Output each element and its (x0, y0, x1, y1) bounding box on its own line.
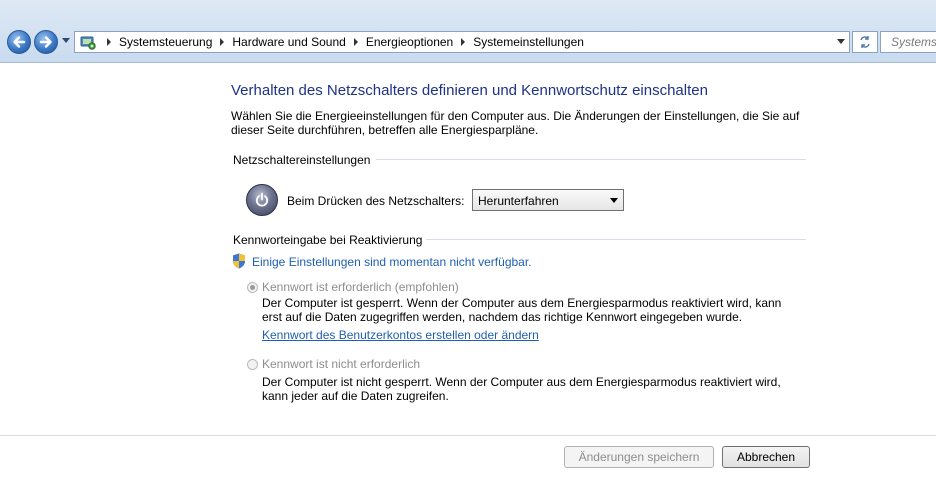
power-button-action-label: Beim Drücken des Netzschalters: (287, 194, 465, 208)
forward-arrow-icon (39, 36, 52, 48)
breadcrumb-separator-icon[interactable] (220, 38, 225, 46)
cancel-button[interactable]: Abbrechen (722, 446, 810, 468)
section-divider (376, 159, 806, 160)
breadcrumb-item-systemsteuerung[interactable]: Systemsteuerung (119, 35, 212, 49)
uac-shield-icon (233, 253, 245, 269)
refresh-button[interactable] (852, 31, 878, 53)
section-heading-password: Kennworteingabe bei Reaktivierung (233, 233, 423, 247)
control-panel-icon (80, 36, 96, 50)
breadcrumb: Systemsteuerung Hardware und Sound Energ… (99, 35, 584, 49)
power-symbol-icon (255, 192, 269, 207)
breadcrumb-item-systemeinstellungen[interactable]: Systemeinstellungen (473, 35, 584, 49)
save-changes-button[interactable]: Änderungen speichern (564, 446, 714, 468)
password-not-required-label: Kennwort ist nicht erforderlich (262, 357, 421, 371)
breadcrumb-separator-icon[interactable] (461, 38, 466, 46)
search-box[interactable] (880, 31, 936, 53)
power-button-icon (246, 184, 278, 216)
forward-button[interactable] (34, 30, 58, 54)
user-account-password-link[interactable]: Kennwort des Benutzerkontos erstellen od… (262, 328, 539, 342)
password-required-description: Der Computer ist gesperrt. Wenn der Comp… (262, 296, 782, 324)
breadcrumb-item-energieoptionen[interactable]: Energieoptionen (366, 35, 453, 49)
back-arrow-icon (13, 36, 26, 48)
section-divider (426, 239, 806, 240)
password-required-radio[interactable] (247, 282, 258, 293)
recent-pages-dropdown-icon[interactable] (62, 38, 70, 43)
search-input[interactable] (881, 32, 936, 51)
address-toolbar: Systemsteuerung Hardware und Sound Energ… (0, 0, 936, 63)
breadcrumb-item-hardware-und-sound[interactable]: Hardware und Sound (232, 35, 345, 49)
back-button[interactable] (7, 30, 31, 54)
chevron-down-icon (610, 198, 618, 203)
password-not-required-radio[interactable] (247, 359, 258, 370)
page-title: Verhalten des Netzschalters definieren u… (231, 82, 708, 99)
address-bar[interactable]: Systemsteuerung Hardware und Sound Energ… (74, 31, 850, 53)
change-unavailable-settings-link[interactable]: Einige Einstellungen sind momentan nicht… (252, 255, 532, 269)
refresh-icon (860, 36, 870, 48)
section-heading-power-button: Netzschaltereinstellungen (233, 153, 371, 167)
breadcrumb-separator-icon[interactable] (353, 38, 358, 46)
power-button-action-value: Herunterfahren (478, 194, 559, 208)
address-history-dropdown-icon[interactable] (837, 39, 845, 44)
page-description: Wählen Sie die Energieeinstellungen für … (231, 109, 800, 137)
footer-divider (0, 435, 936, 436)
password-required-label: Kennwort ist erforderlich (empfohlen) (262, 280, 459, 294)
password-not-required-description: Der Computer ist nicht gesperrt. Wenn de… (262, 375, 781, 403)
breadcrumb-separator-icon[interactable] (107, 38, 111, 46)
power-button-action-select[interactable]: Herunterfahren (472, 189, 624, 211)
